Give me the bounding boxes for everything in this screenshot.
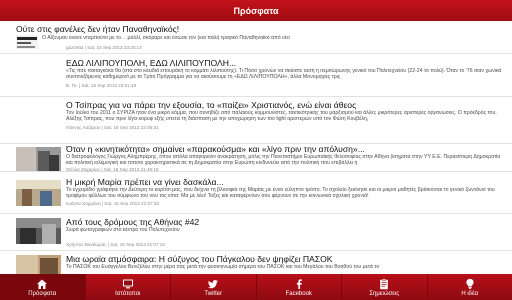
- tab-label: Η ιδέα: [461, 290, 479, 297]
- article-excerpt: «Τις πιτε παιταγκόκα θα (στα στο κλειδιά…: [66, 68, 502, 81]
- list-item[interactable]: Ο Τσίπρας για να πάρει την εξουσία, το «…: [0, 97, 512, 144]
- article-title[interactable]: Η μικρή Μαρία πρέπει να γίνει δασκάλα...: [66, 177, 506, 187]
- tab-idea[interactable]: Η ιδέα: [428, 274, 512, 300]
- article-title[interactable]: Όταν η «κινητικότητα» σημαίνει «παρακούσ…: [66, 144, 506, 154]
- article-thumbnail: [16, 218, 61, 244]
- facebook-icon: [296, 278, 302, 289]
- tab-sites[interactable]: Ιστότοποι: [86, 274, 171, 300]
- article-meta: Β. Γκ. | Sat, 15 Sep 2013 23:01:48: [66, 82, 137, 88]
- tab-label: Σημειώσεις: [369, 290, 400, 297]
- clipboard-icon: [380, 278, 389, 289]
- list-item[interactable]: Ούτε στις φανέλες δεν ήταν Παναθηναϊκός!…: [0, 21, 512, 54]
- article-excerpt: Ο διατροφολόγος Γιώργος Αλημπρέρης, όπου…: [66, 154, 501, 167]
- article-meta: Χρήστος Βανδώρας | Sat, 15 Sep 2013 21:0…: [66, 242, 165, 248]
- page-title: Πρόσφατα: [233, 5, 279, 16]
- article-title[interactable]: Μια ωραία ατμόσφαιρα: Η σύζυγος του Πάγκ…: [66, 254, 506, 264]
- tab-label: Ιστότοποι: [115, 290, 141, 297]
- tab-label: Twitter: [204, 290, 223, 297]
- tab-label: Πρόσφατα: [28, 290, 57, 297]
- article-title[interactable]: Ούτε στις φανέλες δεν ήταν Παναθηναϊκός!: [16, 24, 506, 34]
- article-meta: gazzetta | Sat, 15 Sep 2013 23:20:14: [66, 45, 142, 50]
- article-thumbnail: [16, 35, 38, 49]
- bottom-tab-bar: Πρόσφατα Ιστότοποι Twitter Facebook Σημε…: [0, 274, 512, 300]
- twitter-icon: [208, 279, 219, 288]
- article-excerpt: Το εγχειρίδιο γράφτηκε την Δεύτερη το κο…: [66, 187, 495, 200]
- article-meta: Γιάννης Λαζάρου | Sat, 15 Sep 2013 22:06…: [66, 124, 159, 130]
- article-title[interactable]: Από τους δρόμους της Αθήνας #42: [66, 217, 506, 227]
- article-excerpt: Σειρά φωτογραφιών στο κέντρο του Πολυτεχ…: [66, 227, 180, 233]
- list-item[interactable]: Από τους δρόμους της Αθήνας #42 Σειρά φω…: [0, 214, 512, 251]
- article-thumbnail: [16, 180, 61, 206]
- list-item[interactable]: ΕΔΩ ΛΙΛΙΠΟΥΠΟΛΗ, ΕΔΩ ΛΙΛΙΠΟΥΠΟΛΗ... «Τις…: [0, 54, 512, 97]
- article-thumbnail: [16, 255, 61, 274]
- article-meta: Ιωάννα Χαρμάνη | Sat, 15 Sep 2013 21:07:…: [66, 200, 159, 206]
- tab-twitter[interactable]: Twitter: [171, 274, 257, 300]
- tab-recent[interactable]: Πρόσφατα: [0, 274, 86, 300]
- article-excerpt: Ο Αΐζενμαν έκανε νταμπούτο με το… μαλλί,…: [42, 35, 290, 41]
- list-item[interactable]: Η μικρή Μαρία πρέπει να γίνει δασκάλα...…: [0, 172, 512, 214]
- list-item[interactable]: Μια ωραία ατμόσφαιρα: Η σύζυγος του Πάγκ…: [0, 251, 512, 274]
- tab-label: Facebook: [285, 290, 312, 297]
- monitor-icon: [122, 279, 133, 288]
- tab-facebook[interactable]: Facebook: [257, 274, 342, 300]
- article-excerpt: Τον Ιούλιο του 2011 ο ΣΥΡΙΖΑ ήταν ένα μι…: [66, 110, 497, 123]
- tab-notes[interactable]: Σημειώσεις: [342, 274, 428, 300]
- article-title[interactable]: ΕΔΩ ΛΙΛΙΠΟΥΠΟΛΗ, ΕΔΩ ΛΙΛΙΠΟΥΠΟΛΗ...: [66, 58, 506, 68]
- header-bar: Πρόσφατα: [0, 0, 512, 21]
- article-list[interactable]: Ούτε στις φανέλες δεν ήταν Παναθηναϊκός!…: [0, 21, 512, 274]
- home-icon: [37, 279, 48, 289]
- lightbulb-icon: [466, 278, 474, 289]
- article-title[interactable]: Ο Τσίπρας για να πάρει την εξουσία, το «…: [66, 100, 506, 110]
- article-thumbnail: [16, 147, 61, 171]
- list-item[interactable]: Όταν η «κινητικότητα» σημαίνει «παρακούσ…: [0, 144, 512, 172]
- article-excerpt: Το ΠΑΣΟΚ του Ευάγγελου Βενιζέλου στην μέ…: [66, 264, 380, 270]
